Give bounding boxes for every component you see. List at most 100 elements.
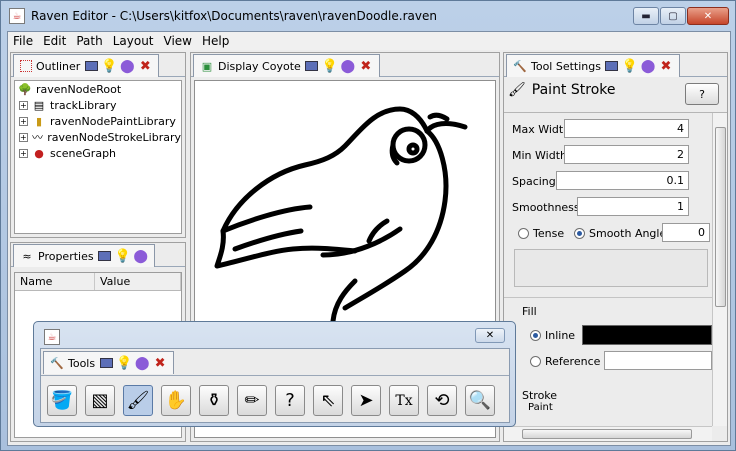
pencil-tool-button[interactable]: ✏	[237, 385, 267, 416]
menu-view[interactable]: View	[159, 34, 197, 48]
grapes-icon[interactable]: ⬤	[133, 249, 148, 264]
min-width-field[interactable]: 2	[564, 145, 689, 164]
menu-layout[interactable]: Layout	[108, 34, 159, 48]
tab-label: Display Coyote	[218, 59, 301, 73]
menu-help[interactable]: Help	[197, 34, 234, 48]
help-tool-button[interactable]: ?	[275, 385, 305, 416]
smooth-angle-field[interactable]: 0	[662, 223, 710, 242]
horizontal-scrollbar[interactable]	[504, 426, 712, 441]
tools-window[interactable]: ☕ ✕ 🔨 Tools 💡 ⬤ ✖ 🪣 ▧ 🖌 ✋ ⚱ ✏? ⇖ ➤ Tx ⟲ 🔍	[33, 321, 516, 427]
inline-radio[interactable]	[530, 329, 541, 341]
ink-bottle-tool-icon: ⚱	[206, 390, 222, 411]
fill-color-swatch[interactable]	[582, 325, 712, 345]
expand-toggle[interactable]: +	[19, 148, 28, 158]
grapes-icon[interactable]: ⬤	[641, 59, 656, 74]
inline-radio-row[interactable]: Inline	[530, 325, 575, 345]
zoom-tool-button[interactable]: 🔍	[465, 385, 495, 416]
tools-close-button[interactable]: ✕	[475, 328, 505, 343]
paint-bucket-tool-icon: 🪣	[50, 390, 74, 411]
text-tool-button[interactable]: Tx	[389, 385, 419, 416]
tense-radio-row[interactable]: Tense	[518, 223, 564, 243]
menu-file[interactable]: File	[8, 34, 38, 48]
tools-panel: 🔨 Tools 💡 ⬤ ✖ 🪣 ▧ 🖌 ✋ ⚱ ✏? ⇖ ➤ Tx ⟲ 🔍	[40, 348, 510, 423]
stroke-label: Stroke	[522, 388, 558, 402]
rotate-tool-button[interactable]: ⟲	[427, 385, 457, 416]
java-app-icon: ☕	[44, 329, 60, 345]
close-tab-icon[interactable]: ✖	[138, 59, 152, 74]
paint-row: Paint	[528, 401, 553, 413]
fill-label: Fill	[522, 304, 537, 318]
monitor-icon[interactable]	[99, 356, 113, 370]
tree-item-label: ravenNodeRoot	[36, 82, 122, 96]
scrollbar-thumb[interactable]	[522, 429, 692, 439]
spacing-field[interactable]: 0.1	[556, 171, 689, 190]
reference-radio-row[interactable]: Reference	[530, 351, 600, 371]
paint-brush-tool-button[interactable]: 🖌	[123, 385, 153, 416]
tab-display-coyote[interactable]: ▣ Display Coyote 💡 ⬤ ✖	[193, 54, 380, 77]
tab-properties[interactable]: ≈ Properties 💡 ⬤	[13, 244, 155, 267]
grapes-icon[interactable]: ⬤	[120, 59, 135, 74]
smooth-angle-radio[interactable]	[574, 227, 585, 239]
tree-item-scene-graph[interactable]: + ● sceneGraph	[15, 145, 181, 161]
tab-tool-settings[interactable]: 🔨 Tool Settings 💡 ⬤ ✖	[506, 54, 680, 77]
grapes-icon[interactable]: ⬤	[135, 356, 150, 371]
monitor-icon[interactable]	[84, 59, 98, 73]
tree-item-root[interactable]: 🌳 ravenNodeRoot	[15, 81, 181, 97]
max-width-field[interactable]: 4	[564, 119, 689, 138]
select-arrow-tool-button[interactable]: ⇖	[313, 385, 343, 416]
tree-item-label: sceneGraph	[50, 146, 117, 160]
maximize-button[interactable]: ▢	[660, 7, 686, 25]
reference-field[interactable]	[604, 351, 712, 370]
hammer-icon: 🔨	[50, 356, 64, 370]
close-button[interactable]: ✕	[687, 7, 729, 25]
lightbulb-icon[interactable]: 💡	[116, 356, 132, 371]
close-tab-icon[interactable]: ✖	[153, 356, 167, 371]
outliner-tree[interactable]: 🌳 ravenNodeRoot + ▤ trackLibrary + ▮ rav…	[14, 80, 182, 234]
tree-item-paint-library[interactable]: + ▮ ravenNodePaintLibrary	[15, 113, 181, 129]
tab-label: Properties	[38, 249, 94, 263]
monitor-icon[interactable]	[605, 59, 619, 73]
min-width-label: Min Width	[512, 148, 567, 162]
ink-bottle-tool-button[interactable]: ⚱	[199, 385, 229, 416]
gradient-tool-button[interactable]: ▧	[85, 385, 115, 416]
lightbulb-icon[interactable]: 💡	[101, 59, 117, 74]
lightbulb-icon[interactable]: 💡	[115, 249, 131, 264]
pencil-tool-icon: ✏	[244, 390, 260, 411]
column-header-name[interactable]: Name	[15, 273, 95, 290]
tree-icon: 🌳	[18, 82, 32, 96]
title-bar[interactable]: ☕ Raven Editor - C:\Users\kitfox\Documen…	[1, 1, 735, 31]
scrollbar-thumb[interactable]	[715, 127, 726, 307]
tool-settings-scroll-area: Max Width 4 Min Width 2 Spacing 0.1 Smoo…	[504, 112, 727, 441]
column-header-value[interactable]: Value	[95, 273, 181, 290]
tree-item-label: ravenNodePaintLibrary	[50, 114, 176, 128]
tab-tools[interactable]: 🔨 Tools 💡 ⬤ ✖	[43, 351, 175, 374]
fill-heading-row: Fill	[522, 301, 537, 321]
dot-icon: ●	[34, 146, 44, 160]
pan-hand-tool-button[interactable]: ✋	[161, 385, 191, 416]
tense-radio[interactable]	[518, 227, 529, 239]
smooth-angle-radio-row[interactable]: Smooth Angle	[574, 223, 666, 243]
help-button[interactable]: ?	[685, 83, 719, 105]
tree-item-stroke-library[interactable]: + 〰 ravenNodeStrokeLibrary	[15, 129, 181, 145]
close-tab-icon[interactable]: ✖	[659, 59, 673, 74]
expand-toggle[interactable]: +	[19, 100, 28, 110]
direct-select-arrow-tool-button[interactable]: ➤	[351, 385, 381, 416]
monitor-icon[interactable]	[98, 249, 112, 263]
smoothness-field[interactable]: 1	[577, 197, 689, 216]
expand-toggle[interactable]: +	[19, 132, 28, 142]
grapes-icon[interactable]: ⬤	[341, 59, 356, 74]
expand-toggle[interactable]: +	[19, 116, 28, 126]
paint-bucket-tool-button[interactable]: 🪣	[47, 385, 77, 416]
menu-path[interactable]: Path	[71, 34, 107, 48]
lightbulb-icon[interactable]: 💡	[622, 59, 638, 74]
reference-radio[interactable]	[530, 355, 541, 367]
minimize-button[interactable]: ▬	[633, 7, 659, 25]
lightbulb-icon[interactable]: 💡	[322, 59, 338, 74]
vertical-scrollbar[interactable]	[712, 113, 727, 426]
menu-edit[interactable]: Edit	[38, 34, 71, 48]
tree-item-track-library[interactable]: + ▤ trackLibrary	[15, 97, 181, 113]
monitor-icon[interactable]	[305, 59, 319, 73]
close-tab-icon[interactable]: ✖	[359, 59, 373, 74]
tab-outliner[interactable]: Outliner 💡 ⬤ ✖	[13, 54, 160, 77]
smoothness-row: Smoothness	[512, 197, 580, 217]
